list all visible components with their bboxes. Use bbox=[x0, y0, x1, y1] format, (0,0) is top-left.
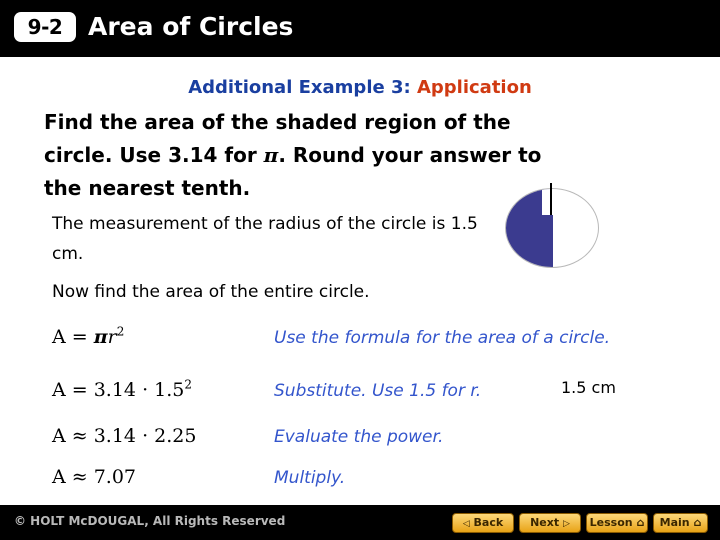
lesson-button-label: Lesson bbox=[589, 516, 633, 529]
lesson-number-badge: 9-2 bbox=[14, 12, 76, 42]
step-equation: A ≈ 7.07 bbox=[52, 466, 137, 488]
slide-header: 9-2 Area of Circles bbox=[0, 0, 720, 57]
example-heading-accent: Application bbox=[416, 77, 532, 98]
solution-step: A = πr2 Use the formula for the area of … bbox=[0, 326, 720, 356]
step-equation: A = πr2 bbox=[52, 324, 125, 348]
next-button[interactable]: Next ▷ bbox=[519, 513, 581, 533]
problem-line-2a: circle. Use 3.14 for bbox=[44, 143, 264, 167]
now-find-statement: Now find the area of the entire circle. bbox=[52, 282, 370, 302]
main-button[interactable]: Main ⌂ bbox=[653, 513, 708, 533]
step-note: Evaluate the power. bbox=[274, 427, 444, 447]
circle-diagram: 1.5 cm bbox=[505, 183, 616, 397]
lesson-button[interactable]: Lesson ⌂ bbox=[586, 513, 648, 533]
problem-line-1: Find the area of the shaded region of th… bbox=[44, 110, 511, 134]
pi-symbol: π bbox=[93, 326, 108, 348]
solution-step: A = 3.14 · 1.52 Substitute. Use 1.5 for … bbox=[0, 379, 720, 409]
chevron-right-icon: ▷ bbox=[562, 519, 570, 529]
step-note: Use the formula for the area of a circle… bbox=[274, 328, 611, 348]
step-equation: A ≈ 3.14 · 2.25 bbox=[52, 425, 197, 447]
step-equation: A = 3.14 · 1.52 bbox=[52, 377, 193, 401]
next-button-label: Next bbox=[530, 516, 560, 529]
home-icon: ⌂ bbox=[693, 516, 702, 529]
radius-line bbox=[550, 183, 552, 215]
problem-line-2b: . Round your answer to bbox=[278, 143, 542, 167]
example-heading-main: Additional Example 3: bbox=[188, 77, 417, 98]
back-button-label: Back bbox=[473, 516, 504, 529]
home-icon: ⌂ bbox=[636, 516, 645, 529]
example-heading: Additional Example 3: Application bbox=[0, 77, 720, 98]
back-button[interactable]: ◁ Back bbox=[452, 513, 514, 533]
page-title: Area of Circles bbox=[88, 12, 294, 41]
chevron-left-icon: ◁ bbox=[462, 519, 470, 529]
main-button-label: Main bbox=[659, 516, 690, 529]
solution-step: A ≈ 7.07 Multiply. bbox=[0, 466, 720, 496]
step-note: Substitute. Use 1.5 for r. bbox=[274, 381, 482, 401]
pi-symbol: π bbox=[263, 143, 279, 167]
copyright-text: © HOLT McDOUGAL, All Rights Reserved bbox=[14, 514, 286, 528]
circle-shape bbox=[505, 188, 599, 268]
measurement-statement: The measurement of the radius of the cir… bbox=[52, 214, 478, 264]
slide-footer: © HOLT McDOUGAL, All Rights Reserved ◁ B… bbox=[0, 505, 720, 540]
problem-line-3: the nearest tenth. bbox=[44, 176, 251, 200]
solution-step: A ≈ 3.14 · 2.25 Evaluate the power. bbox=[0, 425, 720, 455]
step-note: Multiply. bbox=[274, 468, 346, 488]
